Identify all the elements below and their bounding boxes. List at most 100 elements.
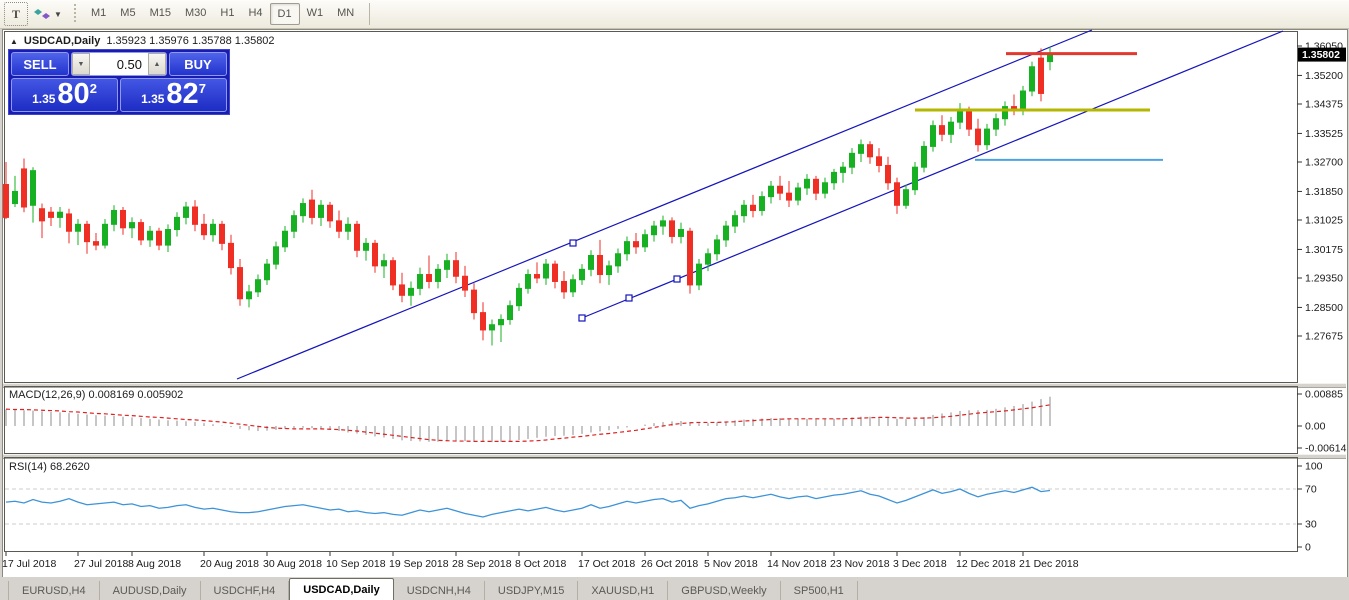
sell-price-sup: 2	[90, 81, 97, 96]
candle-body	[4, 185, 9, 218]
sell-price-button[interactable]: 1.35 80 2	[11, 78, 118, 112]
chart-tab-sp500-h1[interactable]: SP500,H1	[781, 581, 858, 600]
candle-body	[796, 188, 801, 200]
candle-body	[922, 146, 927, 167]
candle-body	[913, 167, 918, 190]
candle-body	[688, 231, 693, 285]
macd-axis-label: 0.00885	[1305, 389, 1343, 401]
price-axis-label: 1.32700	[1305, 156, 1343, 168]
rsi-axis-label: 70	[1305, 484, 1317, 496]
candle-body	[283, 231, 288, 247]
symbol-period-label: USDCAD,Daily	[24, 35, 100, 47]
chart-tab-usdchf-h4[interactable]: USDCHF,H4	[201, 581, 290, 600]
buy-price-big: 82	[166, 79, 198, 109]
candle-body	[94, 242, 99, 245]
channel-anchor-handle[interactable]	[570, 240, 576, 246]
candle-body	[589, 255, 594, 269]
candle-body	[652, 226, 657, 235]
candle-body	[508, 306, 513, 320]
candle-body	[292, 216, 297, 232]
candle-body	[310, 200, 315, 217]
price-axis-label: 1.30175	[1305, 244, 1343, 256]
channel-anchor-handle[interactable]	[579, 315, 585, 321]
chart-tab-audusd-daily[interactable]: AUDUSD,Daily	[100, 581, 201, 600]
chart-header: ▲ USDCAD,Daily 1.35923 1.35976 1.35788 1…	[10, 35, 275, 47]
rsi-indicator-line	[6, 487, 1050, 517]
candle-body	[679, 230, 684, 237]
chart-tab-usdcad-daily[interactable]: USDCAD,Daily	[289, 578, 393, 600]
chart-tab-gbpusd-weekly[interactable]: GBPUSD,Weekly	[668, 581, 780, 600]
rsi-label: RSI(14) 68.2620	[9, 461, 90, 473]
candle-body	[328, 205, 333, 221]
price-axis-label: 1.31850	[1305, 186, 1343, 198]
candle-body	[121, 210, 126, 227]
date-axis-label: 26 Oct 2018	[641, 558, 698, 570]
date-axis-label: 19 Sep 2018	[389, 558, 449, 570]
candle-body	[715, 240, 720, 254]
candle-body	[67, 214, 72, 231]
buy-price-sup: 7	[199, 81, 206, 96]
candle-body	[805, 179, 810, 188]
candle-body	[13, 191, 18, 203]
buy-price-small: 1.35	[141, 92, 164, 106]
chart-tab-eurusd-h4[interactable]: EURUSD,H4	[8, 581, 100, 600]
buy-price-button[interactable]: 1.35 82 7	[120, 78, 227, 112]
rsi-axis-label: 100	[1305, 461, 1323, 473]
candle-body	[319, 205, 324, 217]
candle-body	[1003, 107, 1008, 119]
candle-body	[454, 261, 459, 277]
candle-body	[553, 264, 558, 281]
date-axis-label: 23 Nov 2018	[830, 558, 890, 570]
date-axis-label: 30 Aug 2018	[263, 558, 322, 570]
buy-button[interactable]: BUY	[169, 52, 227, 76]
volume-increase-button[interactable]: ▲	[148, 53, 166, 75]
candle-body	[733, 216, 738, 226]
candle-body	[364, 243, 369, 250]
candle-body	[949, 122, 954, 134]
volume-input[interactable]: 0.50	[90, 53, 148, 75]
candle-body	[517, 288, 522, 305]
date-axis-label: 8 Oct 2018	[515, 558, 567, 570]
candle-body	[211, 224, 216, 234]
date-axis-label: 21 Dec 2018	[1019, 558, 1079, 570]
candle-body	[787, 193, 792, 200]
candle-body	[544, 264, 549, 278]
candle-body	[418, 275, 423, 289]
trend-channel-line[interactable]	[237, 30, 1092, 379]
candle-body	[337, 221, 342, 231]
candle-body	[445, 261, 450, 270]
date-axis-label: 8 Aug 2018	[128, 558, 181, 570]
candle-body	[994, 119, 999, 129]
candle-body	[886, 165, 891, 182]
candle-body	[400, 285, 405, 295]
chart-tab-xauusd-h1[interactable]: XAUUSD,H1	[578, 581, 668, 600]
date-axis-label: 20 Aug 2018	[200, 558, 259, 570]
price-axis-label: 1.29350	[1305, 272, 1343, 284]
candle-body	[436, 269, 441, 281]
candle-body	[175, 217, 180, 229]
chart-tab-usdcnh-h4[interactable]: USDCNH,H4	[394, 581, 485, 600]
macd-axis-label: 0.00	[1305, 421, 1326, 433]
date-axis-label: 3 Dec 2018	[893, 558, 947, 570]
candle-body	[355, 224, 360, 250]
candle-body	[157, 231, 162, 245]
candle-body	[463, 276, 468, 290]
chart-tab-bar: EURUSD,H4AUDUSD,DailyUSDCHF,H4USDCAD,Dai…	[0, 577, 1349, 600]
macd-values: 0.008169 0.005902	[88, 389, 183, 401]
macd-axis-label: -0.00614	[1305, 443, 1347, 455]
sell-button[interactable]: SELL	[11, 52, 69, 76]
candle-body	[31, 171, 36, 206]
volume-decrease-button[interactable]: ▼	[72, 53, 90, 75]
collapse-panel-icon[interactable]: ▲	[10, 37, 18, 46]
channel-anchor-handle[interactable]	[626, 295, 632, 301]
price-axis-label: 1.35200	[1305, 70, 1343, 82]
candle-body	[940, 126, 945, 135]
chart-tab-usdjpy-m15[interactable]: USDJPY,M15	[485, 581, 578, 600]
candle-body	[265, 264, 270, 280]
channel-anchor-handle[interactable]	[674, 276, 680, 282]
candle-body	[130, 223, 135, 228]
candle-body	[382, 261, 387, 266]
candle-body	[1030, 67, 1035, 91]
candle-body	[571, 280, 576, 292]
candle-body	[877, 157, 882, 166]
